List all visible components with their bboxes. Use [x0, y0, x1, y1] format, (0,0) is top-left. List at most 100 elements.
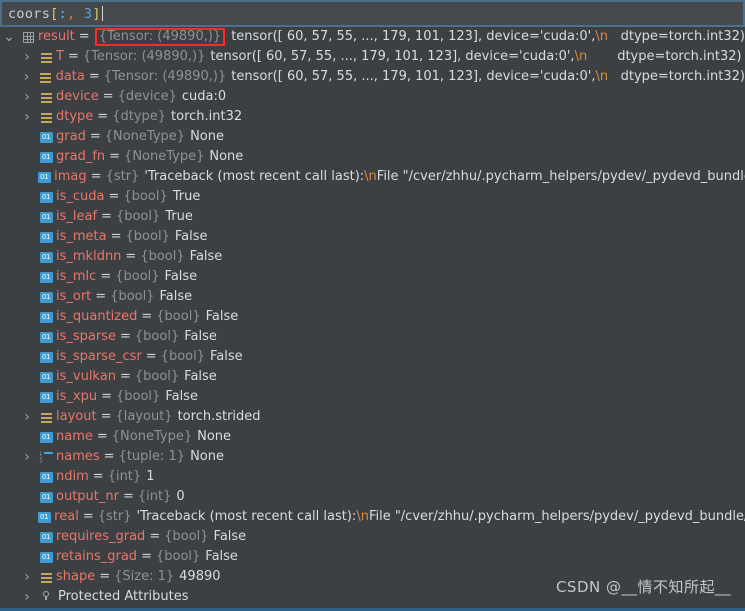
row-icon-cell: 01 [36, 251, 56, 263]
variable-value: False [213, 529, 247, 544]
escape-sequence: \n [356, 509, 369, 524]
lines-icon [40, 92, 52, 103]
tree-row[interactable]: 01 is_quantized = {bool} False [0, 307, 745, 327]
tree-row[interactable]: 01 is_sparse = {bool} False [0, 327, 745, 347]
equals-sign: = [101, 209, 112, 224]
variable-value: False [205, 309, 239, 324]
variable-name: name [56, 429, 93, 444]
row-icon-cell: 01 [36, 231, 56, 243]
variable-value: cuda:0 [181, 89, 227, 104]
tree-row[interactable]: 01 real = {str} 'Traceback (most recent call… [0, 507, 745, 527]
primitive-icon: 01 [39, 431, 53, 443]
row-label: is_meta = {bool} False [56, 227, 208, 247]
lines-icon [40, 572, 52, 583]
variables-tree[interactable]: ⌄ result = {Tensor: (49890,)} tensor([ 60, 5… [0, 27, 745, 603]
tree-row[interactable]: 01 is_leaf = {bool} True [0, 207, 745, 227]
variable-name: dtype [56, 109, 94, 124]
row-icon-cell: 01 [36, 431, 56, 443]
chevron-right-icon[interactable]: › [18, 447, 36, 467]
variable-name: device [56, 89, 99, 104]
row-label: is_quantized = {bool} False [56, 307, 238, 327]
tree-row[interactable]: › data = {Tensor: (49890,)} tensor([ 60, 57,… [0, 67, 745, 87]
chevron-right-icon[interactable]: › [18, 87, 36, 107]
chevron-right-icon[interactable]: › [18, 47, 36, 67]
tree-row[interactable]: 01 retains_grad = {bool} False [0, 547, 745, 567]
tree-row[interactable]: 01 is_sparse_csr = {bool} False [0, 347, 745, 367]
variable-type: {bool} [123, 189, 168, 204]
row-label: name = {NoneType} None [56, 427, 231, 447]
tree-row[interactable]: 01 imag = {str} 'Traceback (most recent call… [0, 167, 745, 187]
equals-sign: = [96, 429, 108, 444]
chevron-right-icon[interactable]: › [18, 567, 36, 587]
row-label: imag = {str} 'Traceback (most recent call l… [54, 167, 745, 187]
tree-row[interactable]: 01 requires_grad = {bool} False [0, 527, 745, 547]
variable-name: is_cuda [56, 189, 105, 204]
variable-value: False [174, 229, 208, 244]
tree-row[interactable]: › device = {device} cuda:0 [0, 87, 745, 107]
variable-value-tail: dtype=torch.int32) [620, 29, 745, 44]
variable-type: {dtype} [112, 109, 167, 124]
row-label: T = {Tensor: (49890,)} tensor([ 60, 57, 55,… [56, 47, 742, 67]
text-caret [101, 6, 103, 21]
row-label: is_cuda = {bool} True [56, 187, 200, 207]
row-label: is_sparse_csr = {bool} False [56, 347, 243, 367]
equals-sign: = [122, 489, 134, 504]
chevron-right-icon[interactable]: › [18, 67, 36, 87]
tree-row[interactable]: 01 is_mlc = {bool} False [0, 267, 745, 287]
tree-row[interactable]: › dtype = {dtype} torch.int32 [0, 107, 745, 127]
chevron-right-icon[interactable]: › [18, 107, 36, 127]
variable-value: False [210, 349, 243, 364]
primitive-icon: 01 [39, 471, 53, 483]
chevron-down-icon[interactable]: ⌄ [0, 30, 18, 44]
equals-sign: = [108, 189, 120, 204]
row-icon-cell: 01 [36, 391, 56, 403]
variable-name: is_meta [56, 229, 107, 244]
tree-row[interactable]: › layout = {layout} torch.strided [0, 407, 745, 427]
equals-sign: = [103, 449, 115, 464]
tree-row[interactable]: 01 grad = {NoneType} None [0, 127, 745, 147]
expression-token-colon: : [58, 5, 68, 22]
expression-input[interactable]: coors[:, 3] [0, 0, 745, 27]
equals-sign: = [141, 309, 153, 324]
variable-name: requires_grad [56, 529, 146, 544]
tree-row[interactable]: 01 is_cuda = {bool} True [0, 187, 745, 207]
row-icon-cell: 01 [34, 511, 54, 523]
tree-row[interactable]: 01 is_meta = {bool} False [0, 227, 745, 247]
tree-row[interactable]: ⌄ result = {Tensor: (49890,)} tensor([ 60, 5… [0, 27, 745, 47]
variable-type: {NoneType} [111, 429, 193, 444]
row-label: is_ort = {bool} False [56, 287, 192, 307]
row-icon-cell [36, 112, 56, 123]
variable-name: layout [56, 409, 97, 424]
row-label: names = {tuple: 1} None [56, 447, 224, 467]
tree-row[interactable]: › T = {Tensor: (49890,)} tensor([ 60, 57, 55… [0, 47, 745, 67]
variable-name: T [56, 49, 64, 64]
row-icon-cell [18, 31, 38, 43]
chevron-right-icon[interactable]: › [18, 407, 36, 427]
row-icon-cell: 123 [36, 451, 56, 463]
row-icon-cell: 01 [36, 131, 56, 143]
tree-row[interactable]: › 1 2 3 names = {tuple: 1} None [0, 447, 745, 467]
tree-row[interactable]: 01 is_mkldnn = {bool} False [0, 247, 745, 267]
row-label: output_nr = {int} 0 [56, 487, 185, 507]
primitive-icon: 01 [39, 251, 53, 263]
tree-row[interactable]: 01 grad_fn = {NoneType} None [0, 147, 745, 167]
variable-type: {bool} [134, 369, 180, 384]
escape-sequence: \n [364, 169, 377, 184]
variable-value: None [190, 449, 224, 464]
tree-row[interactable]: 01 ndim = {int} 1 [0, 467, 745, 487]
expression-token-comma: , [67, 5, 76, 22]
variable-value: 49890 [179, 569, 221, 584]
row-label: shape = {Size: 1} 49890 [56, 567, 221, 587]
tree-row[interactable]: 01 is_xpu = {bool} False [0, 387, 745, 407]
tree-row[interactable]: 01 name = {NoneType} None [0, 427, 745, 447]
variable-value-tail: File "/cver/zhhu/.pycharm_helpers/pydev/… [368, 509, 745, 524]
tree-row[interactable]: 01 is_ort = {bool} False [0, 287, 745, 307]
tree-row[interactable]: 01 output_nr = {int} 0 [0, 487, 745, 507]
tree-row[interactable]: › shape = {Size: 1} 49890 [0, 567, 745, 587]
variable-value: None [209, 149, 244, 164]
equals-sign: = [145, 349, 157, 364]
row-icon-cell: 01 [36, 311, 56, 323]
escape-sequence: \n [595, 29, 609, 44]
tree-row[interactable]: 01 is_vulkan = {bool} False [0, 367, 745, 387]
row-icon-cell: 01 [36, 191, 56, 203]
